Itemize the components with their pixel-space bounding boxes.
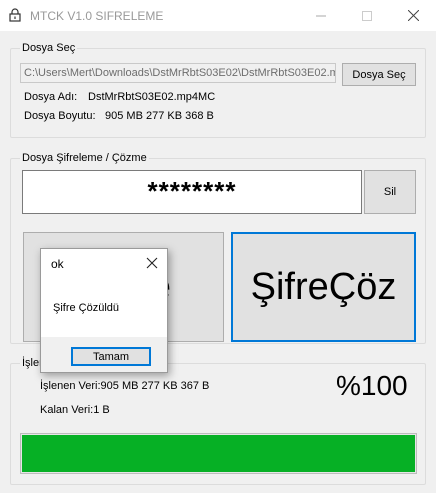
- file-group-label: Dosya Seç: [20, 42, 78, 54]
- file-size-label: Dosya Boyutu:: [24, 110, 96, 122]
- app-icon: [9, 8, 21, 22]
- dialog-title: ok: [51, 257, 64, 271]
- file-name-value: DstMrRbtS03E02.mp4MC: [88, 91, 216, 103]
- remaining-data-text: Kalan Veri:1 B: [40, 404, 110, 416]
- crypto-group-label: Dosya Şifreleme / Çözme: [20, 152, 149, 164]
- select-file-button[interactable]: Dosya Seç: [342, 63, 416, 86]
- close-icon: [407, 10, 419, 21]
- file-path-field[interactable]: C:\Users\Mert\Downloads\DstMrRbtS03E02\D…: [20, 63, 336, 83]
- close-button[interactable]: [390, 0, 436, 31]
- minimize-icon: [316, 15, 326, 16]
- dialog-footer: Tamam: [41, 337, 167, 372]
- message-dialog: ok Şifre Çözüldü Tamam: [40, 248, 168, 373]
- ok-button[interactable]: Tamam: [71, 347, 151, 366]
- maximize-button[interactable]: [344, 0, 390, 31]
- password-field[interactable]: ********: [22, 170, 362, 214]
- title-bar: MTCK V1.0 SIFRELEME: [0, 0, 436, 31]
- file-name-label: Dosya Adı:: [24, 91, 78, 103]
- window-title: MTCK V1.0 SIFRELEME: [30, 9, 164, 23]
- dialog-message: Şifre Çözüldü: [53, 302, 120, 314]
- percent-text: %100: [336, 370, 408, 401]
- progress-fill: [22, 435, 415, 472]
- decrypt-button[interactable]: ŞifreÇöz: [231, 232, 416, 342]
- close-icon[interactable]: [145, 256, 159, 270]
- file-size-value: 905 MB 277 KB 368 B: [105, 110, 214, 122]
- minimize-button[interactable]: [298, 0, 344, 31]
- maximize-icon: [362, 10, 372, 21]
- processed-data-text: İşlenen Veri:905 MB 277 KB 367 B: [40, 380, 210, 392]
- clear-button[interactable]: Sil: [364, 170, 416, 214]
- progress-bar: [20, 433, 417, 474]
